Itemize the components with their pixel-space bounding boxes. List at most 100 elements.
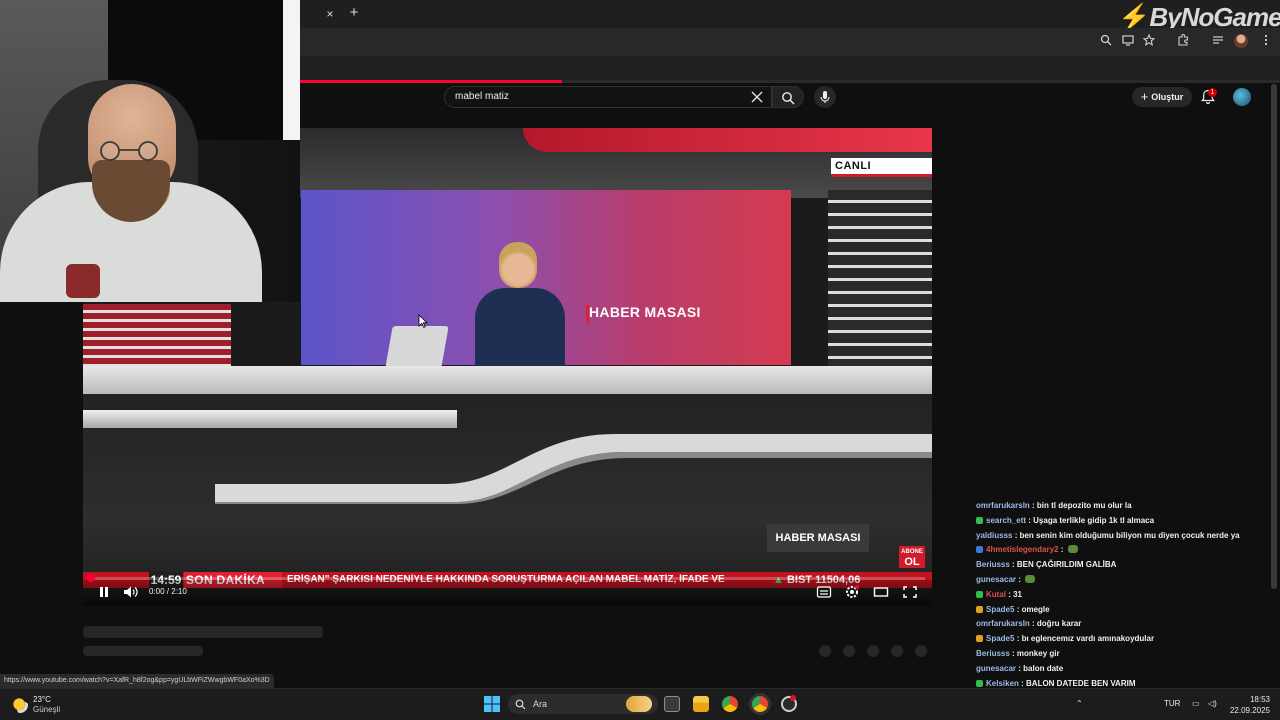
volume-icon[interactable] (123, 585, 139, 599)
taskbar-clock[interactable]: 18:53 22.09.2025 (1228, 694, 1270, 716)
chat-text: bin tl depozito mu olur la (1036, 501, 1132, 510)
settings-gear-icon[interactable] (844, 585, 860, 599)
fullscreen-icon[interactable] (902, 585, 918, 599)
channel-name-placeholder (83, 646, 203, 656)
app-notification-dot (790, 695, 796, 701)
extensions-icon[interactable] (1175, 33, 1191, 50)
network-icon[interactable]: ▭ (1192, 699, 1200, 708)
pause-icon[interactable] (97, 585, 111, 599)
chat-message: Beriusss : monkey gir (976, 646, 1060, 661)
subscribe-badge-top: ABONE (901, 549, 923, 555)
chat-text: ben senin kim olduğumu biliyon mu diyen … (1019, 530, 1240, 540)
subscribe-badge-main: OL (904, 556, 920, 568)
webcam-shirt-logo (66, 264, 100, 298)
video-time-display: 0:00 / 2:10 (149, 587, 187, 596)
chat-username: yaldiusss (976, 530, 1013, 540)
new-tab-button[interactable]: + (346, 5, 362, 21)
video-title-placeholder (83, 626, 323, 638)
video-progress-bar[interactable] (89, 577, 925, 580)
news-desk (83, 366, 932, 394)
chat-separator: : (1016, 575, 1024, 584)
chat-separator: : (1014, 634, 1022, 644)
chat-username: gunesacar (976, 575, 1017, 584)
screen-program-logo: HABER MASASI (589, 304, 701, 320)
page-scrollbar[interactable] (1271, 84, 1277, 589)
search-button[interactable] (772, 86, 804, 108)
action-placeholder (843, 645, 855, 657)
chat-separator: : (1029, 501, 1037, 510)
chat-badge-icon (976, 546, 983, 554)
mouse-cursor-icon (418, 314, 428, 328)
studio-right-wall (828, 190, 932, 366)
taskbar-search-icon (515, 699, 526, 710)
live-badge: CANLI (831, 158, 932, 174)
install-app-icon[interactable] (1120, 34, 1136, 50)
chat-separator: : (1012, 530, 1020, 540)
chat-separator: : (1014, 604, 1022, 614)
weather-sun-icon[interactable] (12, 697, 28, 713)
chrome-icon[interactable] (722, 696, 738, 712)
action-placeholder (867, 645, 879, 657)
profile-avatar[interactable] (1234, 34, 1248, 48)
chat-emote-icon (1025, 575, 1036, 583)
chat-username: search_ett (986, 515, 1027, 525)
search-highlight-icon[interactable] (626, 696, 652, 712)
notification-count-badge: 1 (1208, 88, 1217, 97)
input-language[interactable]: TUR (1164, 699, 1180, 708)
chat-message: Beriusss : BEN ÇAĞIRILDIM GALİBA (976, 557, 1116, 572)
bookmark-star-icon[interactable] (1141, 33, 1157, 50)
task-view-icon[interactable] (664, 696, 680, 712)
weather-temperature: 23°C (33, 695, 51, 704)
tray-chevron-icon[interactable]: ⌃ (1076, 699, 1083, 708)
clock-time: 18:53 (1249, 695, 1270, 704)
chat-text: BEN ÇAĞIRILDIM GALİBA (1016, 560, 1117, 570)
windows-start-icon[interactable] (484, 696, 500, 712)
search-icon (782, 92, 795, 105)
theater-mode-icon[interactable] (873, 585, 889, 599)
reading-list-icon[interactable] (1210, 34, 1226, 50)
chat-username: 4hmetislegendary2 (986, 545, 1059, 555)
chat-message: gunesacar : balon date (976, 661, 1063, 676)
clear-search-icon[interactable] (748, 88, 766, 106)
speaker-icon[interactable]: ◁) (1208, 699, 1217, 708)
chat-separator: : (1009, 560, 1017, 570)
file-explorer-icon[interactable] (693, 696, 709, 712)
create-button[interactable]: + Oluştur (1132, 87, 1192, 107)
chat-text: bı eglencemız vardı amınakoydular (1021, 634, 1155, 644)
desk-laptop (385, 326, 449, 368)
news-anchor-head (499, 242, 537, 288)
chat-badge-icon (976, 679, 983, 687)
chat-username: Kelsiken (986, 678, 1019, 688)
chat-username: Beriusss (976, 560, 1010, 570)
studio-left-wall (83, 304, 231, 368)
account-avatar[interactable] (1233, 88, 1251, 106)
tab-close-button[interactable]: × (322, 6, 338, 22)
chat-username: Spade5 (986, 604, 1015, 614)
studio-curved-desk (215, 434, 932, 504)
streamer-webcam (0, 0, 300, 302)
video-scrubber-handle[interactable] (87, 574, 95, 582)
chat-emote-icon (1067, 545, 1078, 554)
subtitles-icon[interactable] (816, 585, 832, 599)
search-input-value: mabel matiz (455, 91, 509, 102)
corner-program-label: HABER MASASI (767, 524, 869, 552)
chat-text: Uşaga terlikle gidip 1k tl almaca (1033, 515, 1155, 525)
action-placeholder (819, 645, 831, 657)
link-status-url: https://www.youtube.com/watch?v=XafR_h8f… (0, 674, 274, 688)
chat-message: omrfarukarsln : doğru karar (976, 616, 1081, 631)
chat-username: Spade5 (986, 634, 1015, 644)
chat-username: gunesacar (976, 663, 1017, 673)
chrome-active-icon[interactable] (752, 696, 768, 712)
page-load-progress (300, 80, 562, 83)
zoom-icon[interactable] (1098, 34, 1114, 50)
voice-search-button[interactable] (814, 86, 836, 108)
browser-menu-icon[interactable] (1258, 34, 1274, 50)
taskbar-search-placeholder: Ara (533, 699, 548, 709)
chat-username: omrfarukarsln (976, 501, 1030, 510)
action-placeholder (915, 645, 927, 657)
chat-badge-icon (976, 590, 983, 598)
controls-gradient (83, 580, 932, 606)
chat-message: 4hmetislegendary2 : (976, 542, 1078, 557)
chat-text: BALON DATEDE BEN VARIM (1026, 678, 1136, 688)
chat-separator: : (1029, 619, 1037, 629)
